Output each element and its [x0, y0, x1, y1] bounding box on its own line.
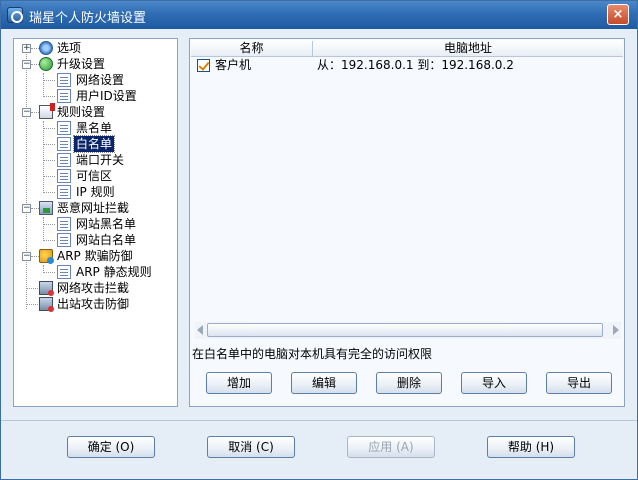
collapse-icon[interactable]: −: [22, 204, 31, 213]
collapse-icon[interactable]: −: [22, 108, 31, 117]
column-header-address[interactable]: 电脑地址: [313, 40, 623, 57]
tree-item-arp-static-rules[interactable]: ARP 静态规则: [14, 264, 174, 280]
collapse-icon[interactable]: −: [22, 252, 31, 261]
whitelist-description: 在白名单中的电脑对本机具有完全的访问权限: [192, 347, 433, 361]
expand-icon[interactable]: +: [22, 44, 31, 53]
settings-window: 瑞星个人防火墙设置 × + 选项 − 升级设置 网络设置 用户ID设置 − 规则…: [0, 0, 638, 480]
document-icon: [57, 121, 71, 135]
tree-item-network-attack-block[interactable]: 网络攻击拦截: [14, 280, 174, 296]
help-button[interactable]: 帮助 (H): [487, 436, 575, 458]
tree-item-label: 出站攻击防御: [57, 297, 130, 311]
import-button[interactable]: 导入: [461, 372, 527, 394]
whitelist-panel: 名称 电脑地址 客户机 从：192.168.0.1 到：192.168.0.2 …: [189, 38, 625, 407]
row-checkbox[interactable]: [197, 59, 210, 72]
gear-icon: [39, 41, 53, 55]
tree-item-label: 恶意网址拦截: [57, 201, 130, 215]
footer-divider: [1, 420, 637, 421]
row-address: 从：192.168.0.1 到：192.168.0.2: [317, 58, 514, 72]
tree-item-arp-defense[interactable]: − ARP 欺骗防御: [14, 248, 174, 264]
tree-item-label: 可信区: [76, 169, 113, 183]
tree-item-label: 选项: [57, 41, 82, 55]
tree-item-label: 黑名单: [76, 121, 113, 135]
tree-item-label: 网站黑名单: [76, 217, 137, 231]
tree-item-port-switch[interactable]: 端口开关: [14, 152, 174, 168]
network-attack-icon: [39, 281, 54, 296]
outbound-attack-icon: [39, 297, 54, 312]
title-bar: 瑞星个人防火墙设置 ×: [1, 1, 637, 29]
tree-item-label: 网络设置: [76, 73, 125, 87]
url-block-icon: [39, 201, 53, 215]
tree-item-update-settings[interactable]: − 升级设置: [14, 56, 174, 72]
table-row[interactable]: 客户机 从：192.168.0.1 到：192.168.0.2: [191, 57, 623, 74]
document-icon: [57, 169, 71, 183]
tree-item-site-blacklist[interactable]: 网站黑名单: [14, 216, 174, 232]
tree-item-ip-rules[interactable]: IP 规则: [14, 184, 174, 200]
tree-item-user-id-settings[interactable]: 用户ID设置: [14, 88, 174, 104]
column-header-name[interactable]: 名称: [191, 40, 312, 57]
tree-item-label: IP 规则: [76, 185, 115, 199]
document-icon: [57, 73, 71, 87]
cancel-button[interactable]: 取消 (C): [207, 436, 295, 458]
add-button[interactable]: 增加: [206, 372, 272, 394]
tree-item-label: 升级设置: [57, 57, 106, 71]
scroll-right-icon[interactable]: [613, 325, 619, 335]
tree-item-site-whitelist[interactable]: 网站白名单: [14, 232, 174, 248]
tree-item-malicious-url-block[interactable]: − 恶意网址拦截: [14, 200, 174, 216]
scrollbar-thumb[interactable]: [207, 323, 603, 337]
tree-item-label: 白名单: [72, 135, 116, 153]
document-icon: [57, 233, 71, 247]
document-icon: [57, 185, 71, 199]
table-header: 名称 电脑地址: [191, 40, 623, 57]
settings-tree: + 选项 − 升级设置 网络设置 用户ID设置 − 规则设置 黑名单 白名单 端…: [13, 38, 178, 407]
arp-shield-icon: [39, 249, 54, 264]
collapse-icon[interactable]: −: [22, 60, 31, 69]
document-icon: [57, 137, 71, 151]
tree-item-options[interactable]: + 选项: [14, 40, 174, 56]
tree-item-outbound-attack-defense[interactable]: 出站攻击防御: [14, 296, 174, 312]
tree-item-whitelist[interactable]: 白名单: [14, 135, 174, 153]
tree-item-blacklist[interactable]: 黑名单: [14, 120, 174, 136]
delete-button[interactable]: 删除: [376, 372, 442, 394]
globe-check-icon: [39, 57, 53, 71]
export-button[interactable]: 导出: [546, 372, 612, 394]
tree-item-label: ARP 静态规则: [76, 265, 152, 279]
horizontal-scrollbar[interactable]: [195, 322, 621, 339]
tree-item-network-settings[interactable]: 网络设置: [14, 72, 174, 88]
scroll-left-icon[interactable]: [197, 325, 203, 335]
tree-item-label: 规则设置: [57, 105, 106, 119]
tree-item-label: ARP 欺骗防御: [57, 249, 133, 263]
apply-button[interactable]: 应用 (A): [347, 436, 435, 458]
tree-item-label: 网络攻击拦截: [57, 281, 130, 295]
document-icon: [57, 217, 71, 231]
ok-button[interactable]: 确定 (O): [67, 436, 155, 458]
close-button[interactable]: ×: [607, 4, 629, 25]
tree-item-label: 端口开关: [76, 153, 125, 167]
window-title: 瑞星个人防火墙设置: [29, 11, 147, 26]
tree-item-rule-settings[interactable]: − 规则设置: [14, 103, 174, 120]
tree-item-label: 用户ID设置: [76, 89, 137, 103]
document-icon: [57, 153, 71, 167]
row-name: 客户机: [215, 58, 252, 72]
rules-icon: [39, 103, 55, 119]
document-icon: [57, 265, 71, 279]
edit-button[interactable]: 编辑: [291, 372, 357, 394]
tree-item-trusted-zone[interactable]: 可信区: [14, 168, 174, 184]
document-icon: [57, 89, 71, 103]
app-icon: [7, 7, 23, 23]
tree-item-label: 网站白名单: [76, 233, 137, 247]
